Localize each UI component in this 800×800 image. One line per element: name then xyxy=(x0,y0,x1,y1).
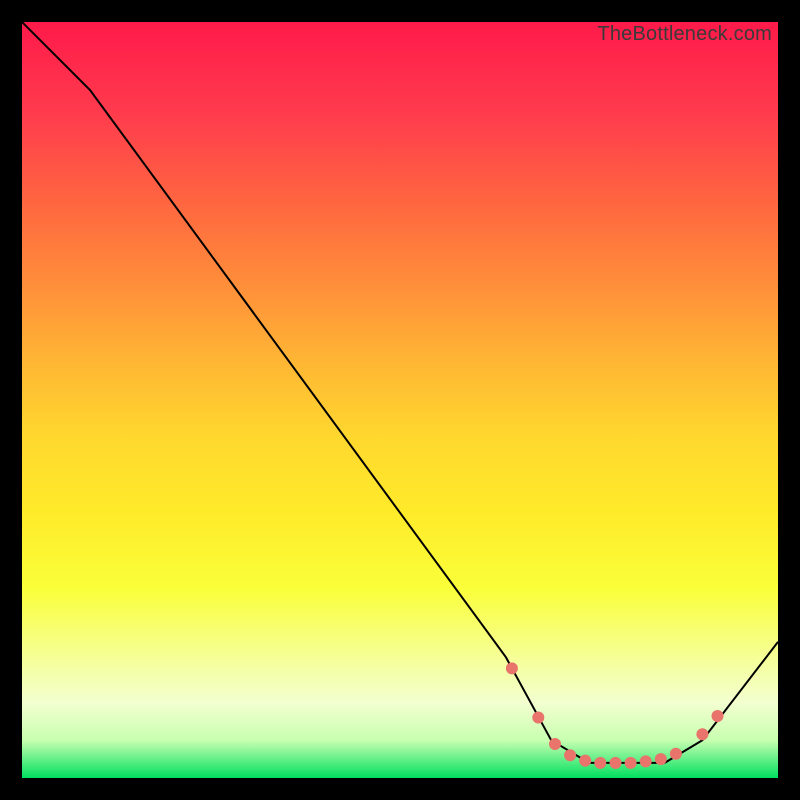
marker-dot xyxy=(670,748,682,760)
markers-group xyxy=(506,662,724,769)
marker-dot xyxy=(549,738,561,750)
marker-dot xyxy=(696,728,708,740)
bottleneck-curve-path xyxy=(22,22,778,763)
marker-dot xyxy=(564,749,576,761)
marker-dot xyxy=(625,757,637,769)
marker-dot xyxy=(594,757,606,769)
bottleneck-curve-svg xyxy=(22,22,778,778)
chart-area: TheBottleneck.com xyxy=(22,22,778,778)
marker-dot xyxy=(506,662,518,674)
marker-dot xyxy=(532,712,544,724)
marker-dot xyxy=(610,757,622,769)
marker-dot xyxy=(655,753,667,765)
marker-dot xyxy=(579,755,591,767)
marker-dot xyxy=(712,710,724,722)
marker-dot xyxy=(640,755,652,767)
